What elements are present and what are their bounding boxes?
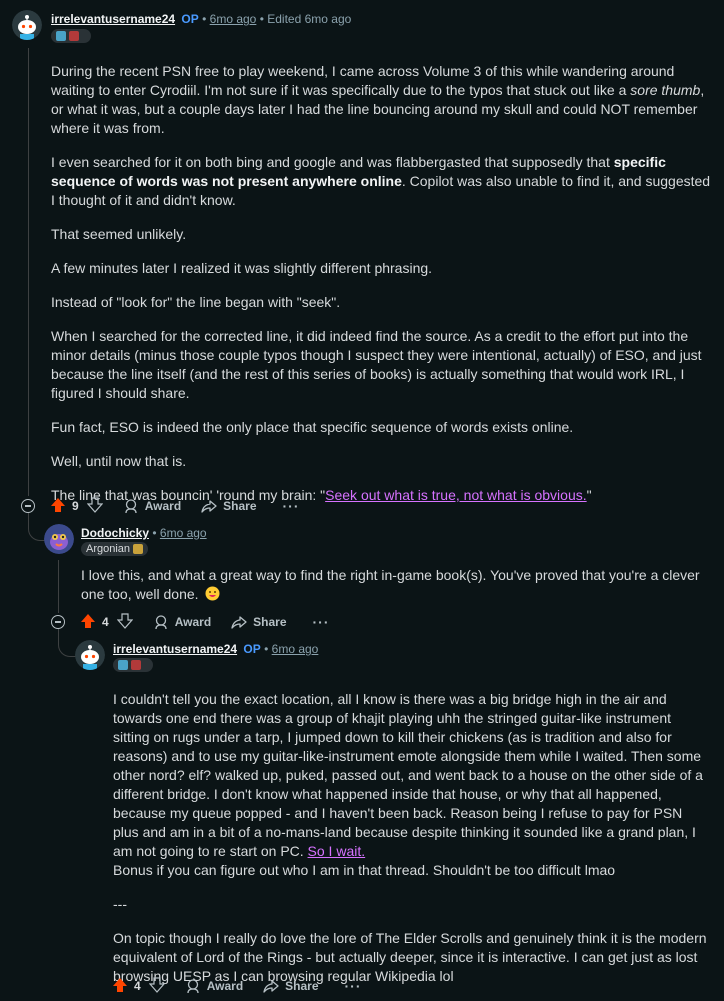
comment-paragraph: I even searched for it on both bing and … xyxy=(51,154,711,208)
downvote-icon[interactable] xyxy=(86,496,104,516)
comment-paragraph: Fun fact, ESO is indeed the only place t… xyxy=(51,419,574,435)
collapse-icon[interactable] xyxy=(21,499,35,513)
more-options-button[interactable]: ··· xyxy=(313,614,330,630)
user-flair xyxy=(51,29,91,43)
flair-emoji-icon xyxy=(131,660,141,670)
emoji-icon xyxy=(205,586,220,606)
comment-paragraph: When I searched for the corrected line, … xyxy=(51,328,702,401)
edited-label: Edited 6mo ago xyxy=(267,12,352,26)
comment-paragraph: I couldn't tell you the exact location, … xyxy=(113,691,703,878)
award-icon xyxy=(125,499,137,514)
vote-count: 4 xyxy=(134,979,141,993)
flair-emoji-icon xyxy=(133,544,144,554)
comment-paragraph: Instead of "look for" the line began wit… xyxy=(51,294,341,310)
upvote-icon[interactable] xyxy=(80,613,96,632)
dodo-avatar[interactable] xyxy=(44,524,74,554)
vote-count: 9 xyxy=(72,499,79,513)
username-link[interactable]: irrelevantusername24 xyxy=(113,642,237,656)
vote-count: 4 xyxy=(102,615,109,629)
share-button[interactable]: Share xyxy=(231,614,287,630)
thread-link[interactable]: So I wait. xyxy=(308,843,366,859)
quote-link[interactable]: Seek out what is true, not what is obvio… xyxy=(325,487,586,503)
meta-separator: • xyxy=(202,12,207,26)
award-button[interactable]: Award xyxy=(123,498,181,514)
more-options-button[interactable]: ··· xyxy=(345,978,362,994)
award-icon xyxy=(187,979,199,994)
thread-branch-1 xyxy=(28,512,45,541)
flair-emoji-icon xyxy=(69,31,79,41)
timestamp-link[interactable]: 6mo ago xyxy=(210,12,257,26)
comment-2-actions: 4 Award Share ··· xyxy=(80,610,330,634)
flair-emoji-icon xyxy=(56,31,66,41)
comment-paragraph: A few minutes later I realized it was sl… xyxy=(51,260,433,276)
award-button[interactable]: Award xyxy=(153,614,211,630)
timestamp-link[interactable]: 6mo ago xyxy=(160,526,207,540)
comment-3-actions: 4 Award Share ··· xyxy=(112,974,362,998)
comment-1-meta: irrelevantusername24 OP • 6mo ago • Edit… xyxy=(51,11,351,27)
flair-emoji-icon xyxy=(118,660,128,670)
comment-1-actions: 9 Award Share ··· xyxy=(50,494,300,518)
comment-2-meta: Dodochicky • 6mo ago xyxy=(81,525,207,541)
award-button[interactable]: Award xyxy=(185,978,243,994)
comment-paragraph: During the recent PSN free to play weeke… xyxy=(51,63,705,136)
user-flair xyxy=(113,658,153,672)
thread-line-1 xyxy=(28,48,29,496)
downvote-icon[interactable] xyxy=(148,976,166,996)
user-flair: Argonian xyxy=(81,542,149,556)
comment-divider: --- xyxy=(113,896,127,912)
thread-line-2 xyxy=(58,560,59,613)
comment-1-body: During the recent PSN free to play weeke… xyxy=(51,62,711,520)
share-icon xyxy=(231,616,247,629)
op-badge: OP xyxy=(181,12,199,26)
snoo-avatar[interactable] xyxy=(75,640,105,670)
meta-separator: • xyxy=(264,642,269,656)
username-link[interactable]: Dodochicky xyxy=(81,526,149,540)
upvote-icon[interactable] xyxy=(50,497,66,516)
comment-2-body: I love this, and what a great way to fin… xyxy=(81,566,706,606)
downvote-icon[interactable] xyxy=(116,612,134,632)
comment-paragraph: Well, until now that is. xyxy=(51,453,187,469)
upvote-icon[interactable] xyxy=(112,977,128,996)
share-icon xyxy=(201,500,217,513)
comment-3-body: I couldn't tell you the exact location, … xyxy=(113,690,709,1001)
op-badge: OP xyxy=(243,642,261,656)
username-link[interactable]: irrelevantusername24 xyxy=(51,12,175,26)
flair-label: Argonian xyxy=(86,543,131,555)
meta-separator: • xyxy=(152,526,157,540)
award-icon xyxy=(155,615,167,630)
share-button[interactable]: Share xyxy=(263,978,319,994)
comment-paragraph: That seemed unlikely. xyxy=(51,226,187,242)
share-button[interactable]: Share xyxy=(201,498,257,514)
collapse-icon[interactable] xyxy=(51,615,65,629)
timestamp-link[interactable]: 6mo ago xyxy=(272,642,319,656)
comment-3-meta: irrelevantusername24 OP • 6mo ago xyxy=(113,641,318,657)
snoo-avatar[interactable] xyxy=(12,10,42,40)
more-options-button[interactable]: ··· xyxy=(283,498,300,514)
share-icon xyxy=(263,980,279,993)
meta-separator: • xyxy=(259,12,264,26)
